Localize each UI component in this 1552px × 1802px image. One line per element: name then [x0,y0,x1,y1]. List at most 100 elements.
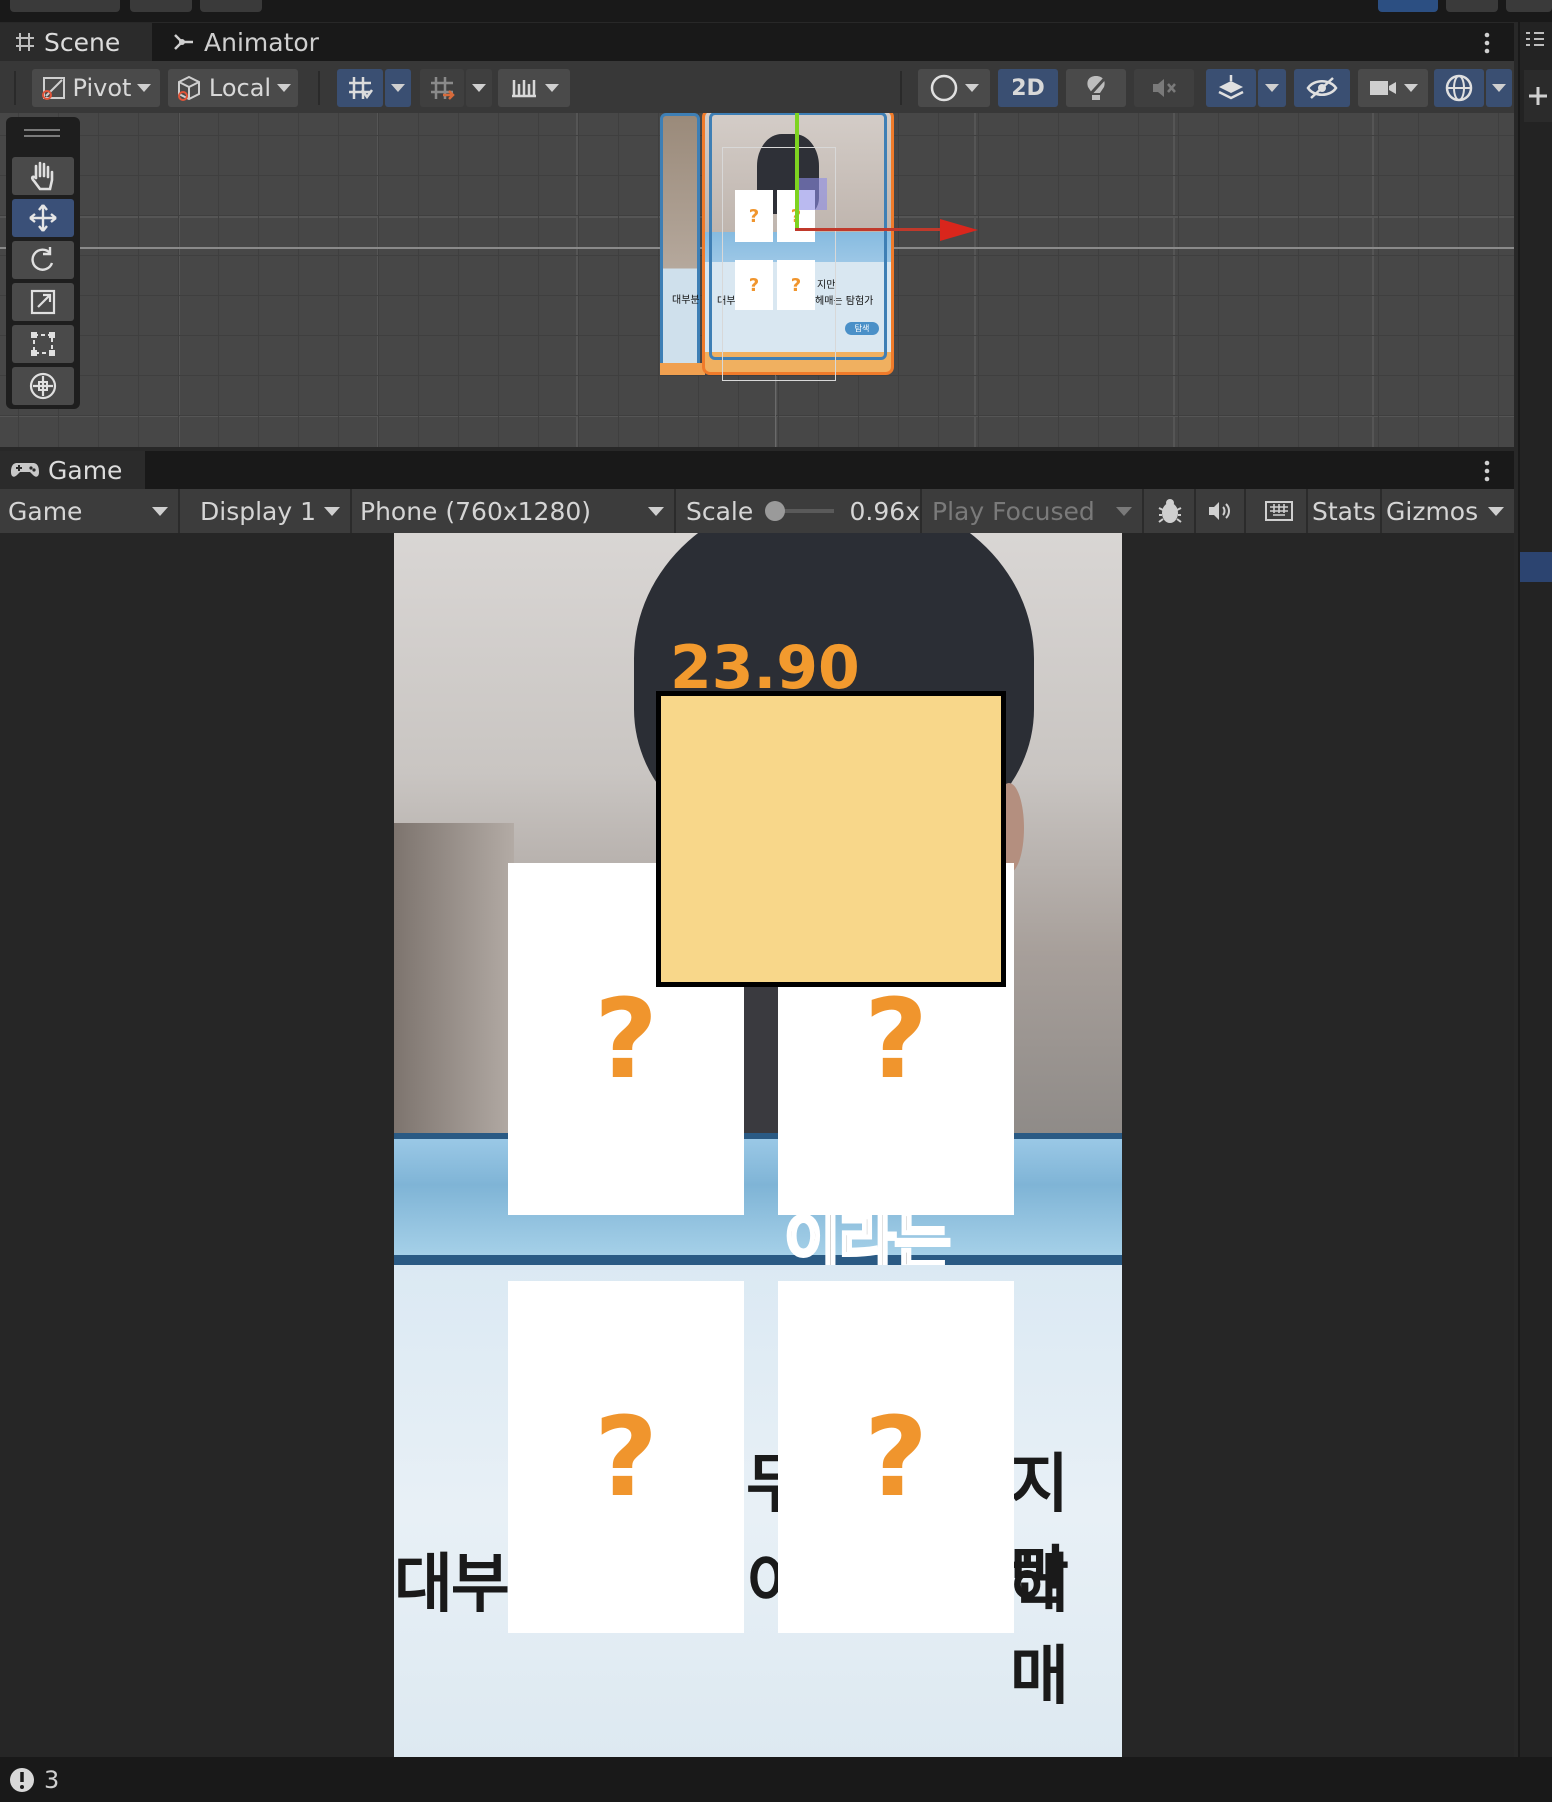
pivot-dropdown[interactable]: Pivot [32,69,160,107]
ruler-icon [512,80,536,98]
chevron-down-icon [965,84,979,92]
tab-scene[interactable]: Scene [0,23,152,61]
chevron-down-icon [152,507,168,516]
grid-snap-toggle[interactable] [337,69,383,107]
resolution-dropdown[interactable]: Phone (760x1280) [352,489,676,533]
account-button[interactable] [10,0,120,12]
game-toolbar: Game Display 1 Phone (760x1280) Scale 0.… [0,489,1514,533]
cube-icon [177,75,200,101]
stats-label: Stats [1312,496,1376,526]
pause-button[interactable] [1446,0,1498,12]
display-dropdown[interactable]: Display 1 [190,489,352,533]
lightbulb-icon [1084,75,1108,101]
rect-tool-button[interactable] [12,325,74,363]
gizmo-x-arrow-icon[interactable] [940,217,978,243]
palette-drag-handle[interactable] [24,129,60,131]
effects-toggle[interactable] [1206,69,1256,107]
chevron-down-icon [277,84,292,92]
rotate-tool-button[interactable] [12,241,74,279]
add-object-button[interactable] [1524,70,1552,122]
warning-icon [10,1767,34,1792]
grid-hash-icon [16,33,34,51]
lighting-toggle[interactable] [1066,69,1126,107]
status-bar: 3 [0,1757,1552,1802]
scale-slider[interactable] [765,501,834,521]
chevron-down-icon [648,507,664,516]
scene-card-back[interactable] [660,113,700,373]
game-mode-dropdown[interactable]: Game [0,489,180,533]
increment-snap-dropdown[interactable] [466,69,492,107]
scene-card-badge: 탐색 [845,322,879,335]
scene-toolbar: Pivot Local 2D [0,61,1514,113]
play-button[interactable] [1378,0,1438,12]
camera-dropdown[interactable] [1358,69,1428,107]
stats-button[interactable]: Stats [1306,489,1382,533]
chevron-down-icon [1404,84,1418,92]
move-tool-button[interactable] [12,199,74,237]
scale-icon [30,289,56,315]
hierarchy-selected-row[interactable] [1520,552,1552,582]
effects-dropdown[interactable] [1258,69,1286,107]
play-mode-dropdown[interactable]: Play Focused [922,489,1144,533]
answer-panel[interactable] [656,691,1006,987]
gizmos-game-dropdown[interactable]: Gizmos [1382,489,1514,533]
tab-animator-label: Animator [204,27,319,57]
plus-icon [1529,87,1547,105]
sphere-shading-icon [930,74,958,102]
step-button[interactable] [1506,0,1552,12]
chevron-down-icon [137,84,152,92]
warning-count[interactable]: 3 [44,1766,59,1794]
tab-game-label: Game [48,455,123,485]
hierarchy-list-icon[interactable] [1524,30,1546,48]
top-toolbar-strip [0,0,1552,22]
cloud-button[interactable] [130,0,192,12]
hidden-objects-toggle[interactable] [1294,69,1350,107]
gizmo-x-axis[interactable] [795,228,945,231]
scene-menu-icon[interactable] [1482,31,1492,55]
gizmos-toggle[interactable] [1434,69,1484,107]
transform-tool-button[interactable] [12,367,74,405]
scene-canvas-bounds [722,147,836,381]
gizmos-label: Gizmos [1386,496,1479,526]
debug-toggle[interactable] [1146,489,1196,533]
eye-slash-icon [1306,77,1338,99]
game-canvas[interactable]: 이라는 대부 무 이 지만 헤매 ? ? ? ? 23.90 [394,533,1122,1757]
hand-tool-button[interactable] [12,157,74,195]
pivot-icon [41,77,65,100]
quiz-card[interactable]: ? [508,1281,744,1633]
increment-snap-icon [431,77,455,100]
resolution-label: Phone (760x1280) [360,496,592,526]
ruler-dropdown[interactable] [498,69,570,107]
rect-transform-icon [31,332,55,356]
gizmo-y-axis[interactable] [795,113,799,229]
scale-slider-thumb[interactable] [765,501,786,521]
scale-tool-button[interactable] [12,283,74,321]
scene-card-back-sand [660,363,705,375]
increment-snap-toggle[interactable] [420,69,464,107]
shortcuts-toggle[interactable] [1252,489,1308,533]
tab-animator[interactable]: Animator [172,23,319,61]
chevron-down-icon [1116,507,1132,516]
shading-mode-dropdown[interactable] [918,69,990,107]
game-view[interactable]: 이라는 대부 무 이 지만 헤매 ? ? ? ? 23.90 [0,533,1514,1757]
tab-game[interactable]: Game [0,451,145,489]
grid-snap-dropdown[interactable] [385,69,411,107]
scale-value: 0.96x [849,496,920,526]
2d-mode-toggle[interactable]: 2D [998,69,1058,107]
gizmos-dropdown[interactable] [1486,69,1512,107]
game-menu-icon[interactable] [1482,459,1492,483]
toolbar-separator [14,71,16,105]
tools-button[interactable] [200,0,262,12]
rotate-icon [31,247,54,271]
quiz-card[interactable]: ? [778,1281,1014,1633]
quiz-text-left: 대부 [394,1548,510,1622]
scene-view[interactable]: ? ? ? ? 지만 헤매는 탐험가 대부 탐색 대부분 [0,113,1514,447]
mute-audio-toggle[interactable] [1196,489,1246,533]
audio-toggle[interactable] [1134,69,1194,107]
scene-tab-bar: Scene Animator [0,23,1514,61]
local-dropdown[interactable]: Local [168,69,298,107]
chevron-down-icon [1492,84,1506,92]
chevron-down-icon [545,84,559,92]
hand-icon [30,161,54,191]
scale-label: Scale [686,496,754,526]
